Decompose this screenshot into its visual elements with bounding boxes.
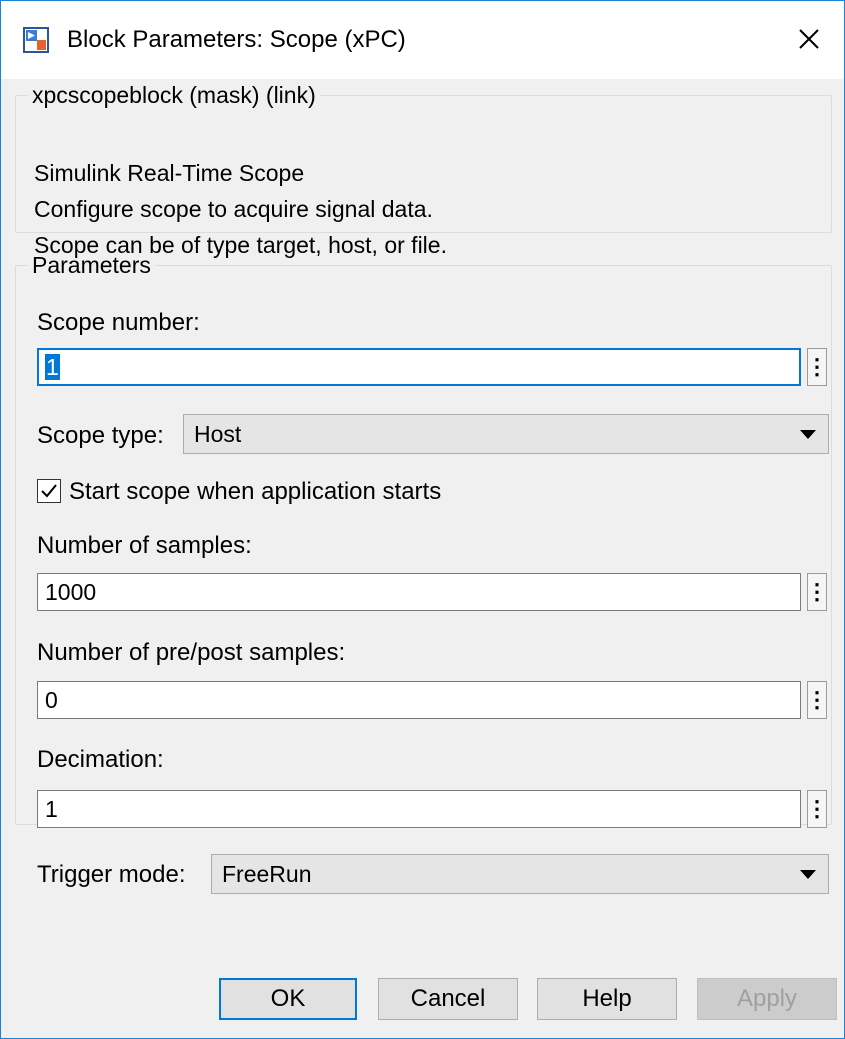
dropdown-arrow-icon [800,870,816,879]
scope-type-label: Scope type: [37,422,164,449]
num-samples-more-button[interactable]: ⋮ [806,573,828,611]
start-scope-checkbox[interactable] [37,479,61,503]
scope-number-more-button[interactable]: ⋮ [806,348,828,386]
decimation-more-button[interactable]: ⋮ [806,790,828,828]
decimation-input[interactable]: 1 [37,790,801,828]
decimation-label: Decimation: [37,746,164,773]
num-pre-post-label: Number of pre/post samples: [37,639,346,666]
close-icon [799,29,819,49]
mask-description-group: xpcscopeblock (mask) (link) Simulink Rea… [15,81,832,258]
description-line: Configure scope to acquire signal data. [34,196,433,222]
mask-description: Simulink Real-Time Scope Configure scope… [34,155,447,263]
num-pre-post-more-button[interactable]: ⋮ [806,681,828,719]
more-icon: ⋮ [806,796,828,821]
num-pre-post-value: 0 [45,687,58,713]
decimation-value: 1 [45,796,58,822]
more-icon: ⋮ [806,354,828,379]
start-scope-label[interactable]: Start scope when application starts [69,476,441,508]
trigger-mode-label: Trigger mode: [37,861,186,888]
title-bar[interactable]: Block Parameters: Scope (xPC) [1,1,844,79]
trigger-mode-dropdown[interactable]: FreeRun [211,854,829,894]
apply-button[interactable]: Apply [697,978,837,1020]
num-pre-post-input[interactable]: 0 [37,681,801,719]
mask-group-legend: xpcscopeblock (mask) (link) [32,82,316,108]
dropdown-arrow-icon [800,430,816,439]
help-button[interactable]: Help [537,978,677,1020]
trigger-mode-value: FreeRun [222,861,312,887]
simulink-block-icon [23,27,49,53]
scope-number-label: Scope number: [37,309,200,336]
checkmark-icon [41,484,57,498]
scope-type-dropdown[interactable]: Host [183,414,829,454]
more-icon: ⋮ [806,687,828,712]
block-parameters-dialog: Block Parameters: Scope (xPC) xpcscopebl… [0,0,845,1039]
window-title: Block Parameters: Scope (xPC) [67,26,406,53]
cancel-button[interactable]: Cancel [378,978,518,1020]
close-button[interactable] [774,1,844,77]
scope-type-value: Host [194,421,242,447]
description-line: Simulink Real-Time Scope [34,160,305,186]
num-samples-value: 1000 [45,579,97,605]
ok-button[interactable]: OK [219,978,357,1020]
num-samples-label: Number of samples: [37,532,252,559]
parameters-group-legend: Parameters [32,252,151,278]
num-samples-input[interactable]: 1000 [37,573,801,611]
more-icon: ⋮ [806,579,828,604]
scope-number-input[interactable]: 1 [37,348,801,386]
scope-number-value: 1 [45,354,60,380]
